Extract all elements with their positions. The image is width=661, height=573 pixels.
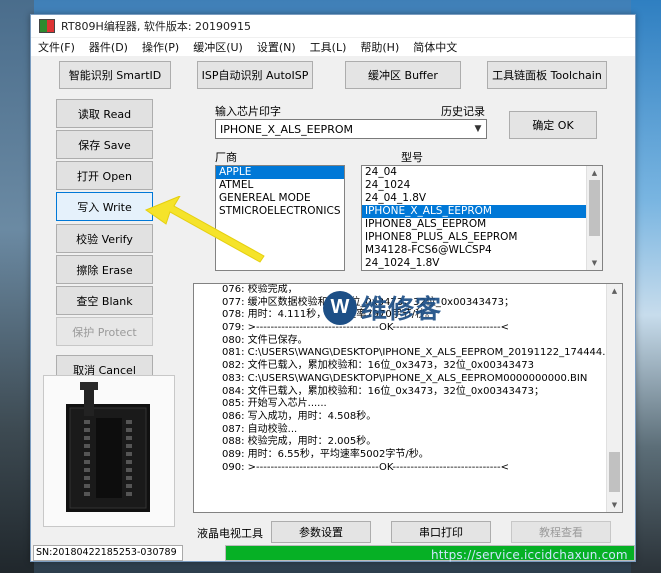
erase-button[interactable]: 擦除 Erase: [56, 255, 153, 284]
list-item[interactable]: M34128-FCS6@WLCSP4: [362, 244, 602, 257]
app-window: RT809H编程器, 软件版本: 20190915 文件(F) 器件(D) 操作…: [30, 14, 636, 562]
log-line: 080: 文件已保存。: [222, 334, 308, 346]
verify-button[interactable]: 校验 Verify: [56, 224, 153, 253]
blank-button[interactable]: 查空 Blank: [56, 286, 153, 315]
list-item[interactable]: 24_04: [362, 166, 602, 179]
vendor-label: 厂商: [215, 151, 237, 164]
list-item[interactable]: APPLE: [216, 166, 344, 179]
menu-bar: 文件(F) 器件(D) 操作(P) 缓冲区(U) 设置(N) 工具(L) 帮助(…: [31, 38, 635, 56]
open-button[interactable]: 打开 Open: [56, 161, 153, 190]
history-label: 历史记录: [441, 105, 485, 118]
list-item[interactable]: 24_04_1.8V: [362, 192, 602, 205]
log-line: 088: 校验完成，用时：2.005秒。: [222, 436, 377, 448]
autoisp-button[interactable]: ISP自动识别 AutoISP: [197, 61, 313, 89]
scroll-down-icon[interactable]: ▼: [587, 256, 602, 270]
scroll-up-icon[interactable]: ▲: [587, 166, 602, 180]
log-line: 087: 自动校验...: [222, 423, 298, 435]
list-item[interactable]: IPHONE_X_ALS_EEPROM: [362, 205, 586, 218]
scroll-thumb[interactable]: [589, 180, 600, 236]
read-button[interactable]: 读取 Read: [56, 99, 153, 128]
log-line: 086: 写入成功，用时：4.508秒。: [222, 410, 377, 422]
scroll-thumb[interactable]: [609, 452, 620, 492]
buffer-button[interactable]: 缓冲区 Buffer: [345, 61, 461, 89]
menu-settings[interactable]: 设置(N): [250, 39, 303, 55]
serial-number: SN:20180422185253-030789: [33, 545, 183, 561]
list-item[interactable]: IPHONE8_ALS_EEPROM: [362, 218, 602, 231]
chip-input-value: IPHONE_X_ALS_EEPROM: [220, 122, 353, 136]
chip-input-combobox[interactable]: IPHONE_X_ALS_EEPROM ▼: [215, 119, 487, 139]
chip-input-label: 输入芯片印字: [215, 105, 281, 118]
lcd-tool-label[interactable]: 液晶电视工具: [197, 525, 263, 541]
model-scrollbar[interactable]: ▲ ▼: [586, 166, 602, 270]
protect-button[interactable]: 保护 Protect: [56, 317, 153, 346]
scroll-up-icon[interactable]: ▲: [607, 284, 622, 298]
watermark-logo-icon: W: [323, 290, 357, 325]
param-settings-button[interactable]: 参数设置: [271, 521, 371, 543]
serial-print-button[interactable]: 串口打印: [391, 521, 491, 543]
list-item[interactable]: ATMEL: [216, 179, 344, 192]
desktop-background-left: [0, 0, 34, 573]
menu-device[interactable]: 器件(D): [82, 39, 135, 55]
chevron-down-icon[interactable]: ▼: [470, 124, 486, 134]
write-button[interactable]: 写入 Write: [56, 192, 153, 221]
log-line: 083: C:\USERS\WANG\DESKTOP\IPHONE_X_ALS_…: [222, 372, 588, 384]
menu-file[interactable]: 文件(F): [31, 39, 82, 55]
list-item[interactable]: 24_1024_1.8V: [362, 257, 602, 270]
list-item[interactable]: IPHONE8_PLUS_ALS_EEPROM: [362, 231, 602, 244]
title-bar: RT809H编程器, 软件版本: 20190915: [31, 15, 635, 37]
watermark-logo-text: 维修客: [361, 295, 443, 325]
list-item[interactable]: 24_1024: [362, 179, 602, 192]
app-icon: [39, 19, 55, 33]
ok-button[interactable]: 确定 OK: [509, 111, 597, 139]
menu-language[interactable]: 简体中文: [406, 39, 464, 55]
menu-operation[interactable]: 操作(P): [135, 39, 186, 55]
log-line: 084: 文件已载入，累加校验和：16位_0x3473，32位_0x003434…: [222, 385, 544, 397]
view-tutorial-button[interactable]: 教程查看: [511, 521, 611, 543]
window-title: RT809H编程器, 软件版本: 20190915: [61, 20, 252, 33]
menu-help[interactable]: 帮助(H): [353, 39, 406, 55]
model-label: 型号: [401, 151, 423, 164]
programmer-device-image: [43, 375, 175, 527]
watermark-logo: W 维修客: [323, 289, 442, 326]
menu-buffer[interactable]: 缓冲区(U): [186, 39, 250, 55]
watermark-url: https://service.iccidchaxun.com: [431, 548, 628, 562]
save-button[interactable]: 保存 Save: [56, 130, 153, 159]
menu-tools[interactable]: 工具(L): [303, 39, 354, 55]
log-scrollbar[interactable]: ▲ ▼: [606, 284, 622, 512]
arrow-annotation-icon: [144, 196, 265, 263]
log-line: 081: C:\USERS\WANG\DESKTOP\IPHONE_X_ALS_…: [222, 347, 623, 359]
scroll-down-icon[interactable]: ▼: [607, 498, 622, 512]
toolchain-button[interactable]: 工具链面板 Toolchain: [487, 61, 607, 89]
zif-socket-icon: [44, 376, 174, 526]
log-line: 090: >----------------------------------…: [222, 461, 509, 473]
log-line: 085: 开始写入芯片......: [222, 398, 327, 410]
smartid-button[interactable]: 智能识别 SmartID: [59, 61, 171, 89]
model-listbox[interactable]: 24_04 24_1024 24_04_1.8V IPHONE_X_ALS_EE…: [361, 165, 603, 271]
log-line: 089: 用时：6.55秒，平均速率5002字节/秒。: [222, 448, 429, 460]
log-line: 082: 文件已载入，累加校验和：16位_0x3473，32位_0x003434…: [222, 360, 534, 372]
